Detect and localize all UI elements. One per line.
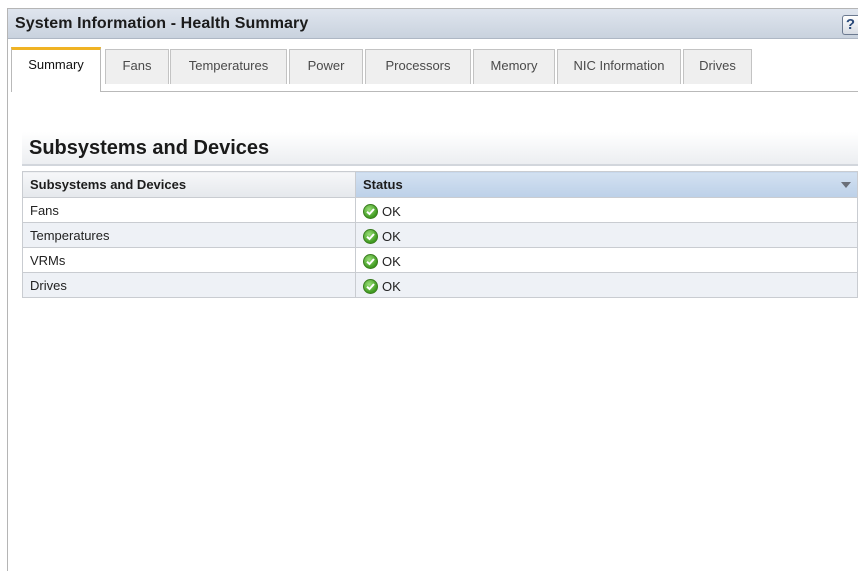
page-title: System Information - Health Summary bbox=[15, 15, 309, 32]
subsystem-name: Drives bbox=[22, 272, 356, 298]
table-row[interactable]: VRMs OK bbox=[22, 247, 858, 273]
subsystem-name: Fans bbox=[22, 197, 356, 223]
subsystem-name: VRMs bbox=[22, 247, 356, 273]
tab-bar: Summary Fans Temperatures Power Processo… bbox=[8, 47, 858, 92]
table-row[interactable]: Temperatures OK bbox=[22, 222, 858, 248]
status-cell: OK bbox=[355, 197, 858, 223]
subsystems-table: Subsystems and Devices Status Fans OK Te… bbox=[22, 171, 858, 298]
section-title: Subsystems and Devices bbox=[29, 137, 270, 159]
table-row[interactable]: Fans OK bbox=[22, 197, 858, 223]
health-summary-panel: System Information - Health Summary ? Su… bbox=[7, 8, 858, 571]
tab-memory[interactable]: Memory bbox=[473, 49, 555, 84]
subsystem-name: Temperatures bbox=[22, 222, 356, 248]
status-text: OK bbox=[382, 279, 401, 294]
column-header-subsystems[interactable]: Subsystems and Devices bbox=[22, 171, 356, 198]
tab-drives[interactable]: Drives bbox=[683, 49, 752, 84]
ok-check-icon bbox=[363, 254, 378, 269]
tab-power[interactable]: Power bbox=[289, 49, 363, 84]
status-cell: OK bbox=[355, 222, 858, 248]
status-cell: OK bbox=[355, 272, 858, 298]
tab-divider bbox=[101, 91, 858, 92]
help-button[interactable]: ? bbox=[842, 15, 858, 35]
tab-fans[interactable]: Fans bbox=[105, 49, 169, 84]
tab-summary[interactable]: Summary bbox=[11, 47, 101, 92]
tab-temperatures[interactable]: Temperatures bbox=[170, 49, 287, 84]
section-header: Subsystems and Devices bbox=[22, 132, 858, 166]
status-text: OK bbox=[382, 229, 401, 244]
ok-check-icon bbox=[363, 204, 378, 219]
tab-nic-information[interactable]: NIC Information bbox=[557, 49, 681, 84]
table-header-row: Subsystems and Devices Status bbox=[22, 171, 858, 198]
column-header-status[interactable]: Status bbox=[355, 171, 858, 198]
sort-dropdown-icon[interactable] bbox=[841, 182, 851, 188]
title-bar: System Information - Health Summary ? bbox=[8, 9, 858, 39]
ok-check-icon bbox=[363, 279, 378, 294]
status-text: OK bbox=[382, 204, 401, 219]
status-cell: OK bbox=[355, 247, 858, 273]
status-text: OK bbox=[382, 254, 401, 269]
table-row[interactable]: Drives OK bbox=[22, 272, 858, 298]
tab-processors[interactable]: Processors bbox=[365, 49, 471, 84]
column-header-status-label: Status bbox=[363, 177, 403, 192]
ok-check-icon bbox=[363, 229, 378, 244]
